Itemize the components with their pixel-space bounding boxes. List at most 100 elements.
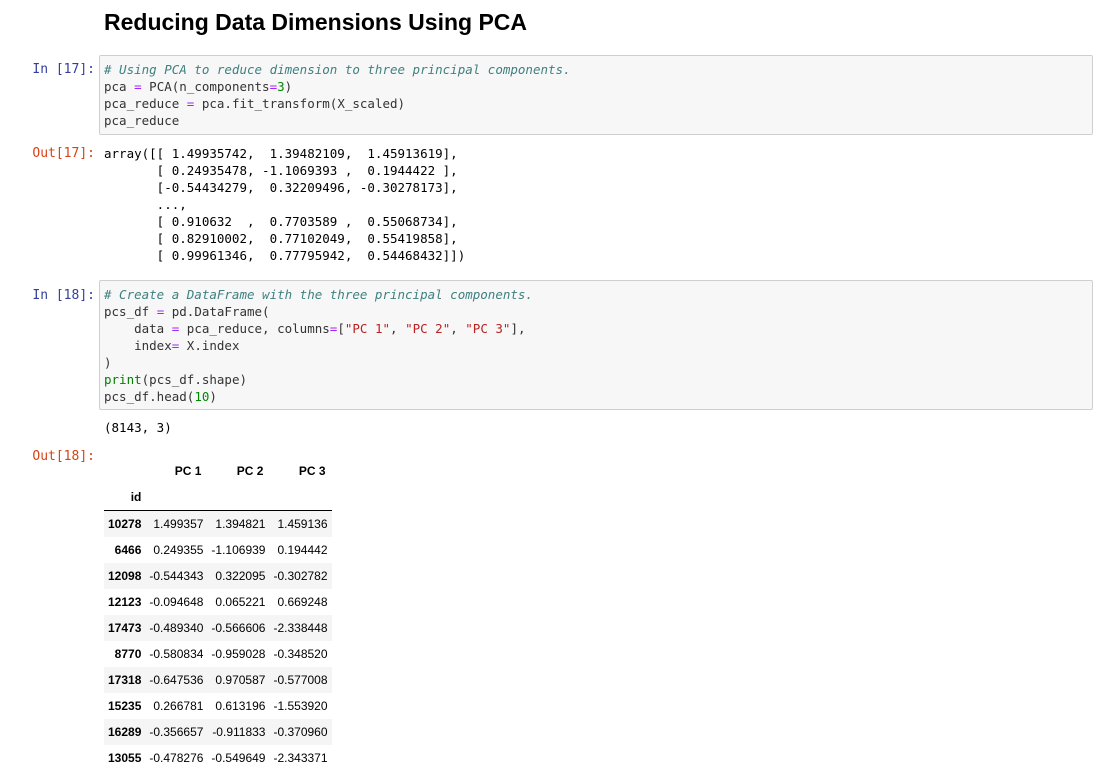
code-line: pca_reduce	[104, 112, 1088, 129]
table-cell: 0.249355	[153, 543, 204, 557]
table-cell: -0.911833	[212, 725, 266, 739]
code-token: )	[209, 389, 217, 404]
code-token: )	[284, 79, 293, 94]
table-cell: 0.065221	[215, 595, 266, 609]
array-output: array([[ 1.49935742, 1.39482109, 1.45913…	[104, 145, 465, 264]
code-token: (pcs_df.shape)	[141, 372, 247, 387]
code-line: print(pcs_df.shape)	[104, 371, 1088, 388]
code-token: pcs_df	[104, 304, 157, 319]
table-cell: 1.394821	[215, 517, 266, 531]
table-row: 16289 -0.356657 -0.911833 -0.370960	[104, 719, 332, 745]
table-row: 13055 -0.478276 -0.549649 -2.343371	[104, 745, 332, 771]
table-row: 12123 -0.094648 0.065221 0.669248	[104, 589, 332, 615]
code-token: pd.DataFrame(	[164, 304, 270, 319]
corner-cell	[104, 458, 145, 484]
output-line: [ 0.910632 , 0.7703589 , 0.55068734],	[104, 214, 458, 229]
code-token: ],	[510, 321, 526, 336]
code-token: pca_reduce, columns	[179, 321, 330, 336]
table-cell: 1.499357	[153, 517, 204, 531]
code-token: ,	[450, 321, 466, 336]
code-token: pcs_df.head(	[104, 389, 195, 404]
stdout-output: (8143, 3)	[104, 420, 172, 435]
table-cell: -0.478276	[149, 751, 204, 765]
row-index: 10278	[108, 517, 142, 531]
index-name: id	[130, 490, 142, 504]
column-header: PC 1	[174, 464, 202, 478]
code-cell-17[interactable]: # Using PCA to reduce dimension to three…	[99, 55, 1093, 135]
input-prompt-17: In [17]:	[32, 62, 95, 77]
output-line: [ 0.82910002, 0.77102049, 0.55419858],	[104, 231, 458, 246]
code-line: # Create a DataFrame with the three prin…	[104, 286, 1088, 303]
code-line: # Using PCA to reduce dimension to three…	[104, 61, 1088, 78]
table-cell: -0.549649	[211, 751, 266, 765]
table-body: 10278 1.499357 1.394821 1.459136 6466 0.24935…	[104, 510, 332, 772]
table-cell: -0.302782	[273, 569, 328, 583]
code-string: "PC 2"	[405, 321, 451, 336]
table-cell: -0.094648	[149, 595, 204, 609]
row-index: 15235	[108, 699, 142, 713]
table-row: 12098 -0.544343 0.322095 -0.302782	[104, 563, 332, 589]
row-index: 8770	[114, 647, 142, 661]
code-line: pcs_df = pd.DataFrame(	[104, 303, 1088, 320]
code-string: "PC 3"	[465, 321, 511, 336]
code-line: )	[104, 354, 1088, 371]
table-row: 15235 0.266781 0.613196 -1.553920	[104, 693, 332, 719]
table-cell: -0.544343	[149, 569, 204, 583]
table-cell: 0.322095	[215, 569, 266, 583]
row-index: 16289	[108, 725, 142, 739]
dataframe-table: PC 1 PC 2 PC 3 id 10278 1.499357 1.394821 1…	[104, 458, 332, 771]
table-cell: -0.348520	[273, 647, 328, 661]
table-cell: -0.489340	[149, 621, 204, 635]
output-line: [-0.54434279, 0.32209496, -0.30278173],	[104, 180, 458, 195]
table-row: 10278 1.499357 1.394821 1.459136	[104, 510, 332, 537]
row-index: 17318	[108, 673, 142, 687]
table-cell: 0.613196	[215, 699, 266, 713]
column-header: PC 2	[236, 464, 264, 478]
table-cell: 0.194442	[277, 543, 328, 557]
code-token: X.index	[179, 338, 240, 353]
output-line: ...,	[104, 197, 187, 212]
table-cell: 0.970587	[215, 673, 266, 687]
column-header: PC 3	[298, 464, 326, 478]
code-number: 3	[277, 79, 285, 94]
code-token: pca	[104, 79, 135, 94]
code-operator: =	[269, 79, 278, 94]
output-prompt-17: Out[17]:	[32, 146, 95, 161]
row-index: 12098	[108, 569, 142, 583]
code-token: ,	[390, 321, 406, 336]
output-line: [ 0.99961346, 0.77795942, 0.54468432]])	[104, 248, 466, 263]
input-prompt-18: In [18]:	[32, 288, 95, 303]
table-cell: 1.459136	[277, 517, 328, 531]
table-cell: 0.669248	[277, 595, 328, 609]
row-index: 13055	[108, 751, 142, 765]
code-line: pca = PCA(n_components=3)	[104, 78, 1088, 95]
table-cell: -0.566606	[211, 621, 266, 635]
table-cell: -0.370960	[273, 725, 328, 739]
code-token: pca_reduce	[104, 96, 187, 111]
code-cell-18[interactable]: # Create a DataFrame with the three prin…	[99, 280, 1093, 410]
table-cell: -0.356657	[149, 725, 204, 739]
code-line: pca_reduce = pca.fit_transform(X_scaled)	[104, 95, 1088, 112]
row-index: 12123	[108, 595, 142, 609]
code-builtin: print	[104, 372, 142, 387]
table-cell: -1.553920	[273, 699, 328, 713]
table-cell: 0.266781	[153, 699, 204, 713]
output-line: array([[ 1.49935742, 1.39482109, 1.45913…	[104, 146, 458, 161]
code-token: data	[104, 321, 172, 336]
table-cell: -0.959028	[211, 647, 266, 661]
row-index: 6466	[114, 543, 142, 557]
table-row: 17318 -0.647536 0.970587 -0.577008	[104, 667, 332, 693]
code-number: 10	[194, 389, 210, 404]
table-header-row: PC 1 PC 2 PC 3	[104, 458, 332, 484]
table-row: 8770 -0.580834 -0.959028 -0.348520	[104, 641, 332, 667]
code-token: )	[104, 355, 112, 370]
code-string: "PC 1"	[344, 321, 390, 336]
code-token: PCA(n_components	[141, 79, 270, 94]
output-prompt-18: Out[18]:	[32, 449, 95, 464]
table-cell: -0.580834	[149, 647, 204, 661]
section-heading: Reducing Data Dimensions Using PCA	[104, 9, 528, 35]
table-cell: -2.338448	[273, 621, 328, 635]
code-token: pca.fit_transform(X_scaled)	[194, 96, 406, 111]
table-cell: -1.106939	[211, 543, 266, 557]
code-line: pcs_df.head(10)	[104, 388, 1088, 405]
